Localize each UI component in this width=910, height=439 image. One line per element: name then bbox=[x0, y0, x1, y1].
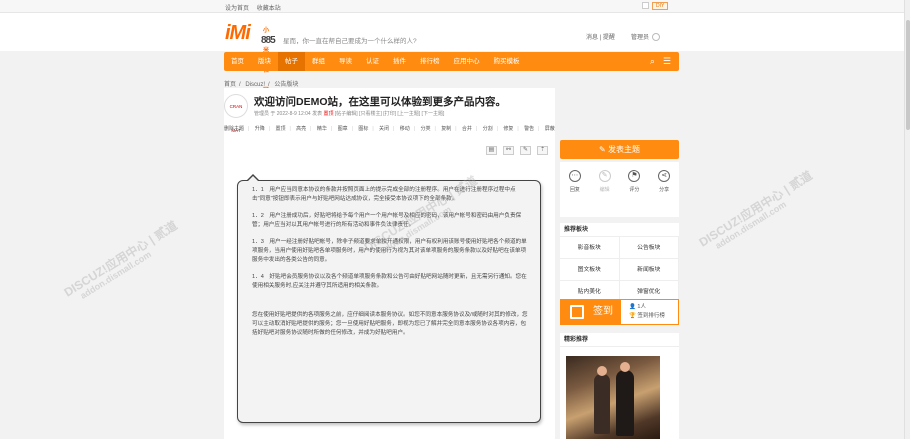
tool-icon[interactable]: 图标 bbox=[358, 126, 368, 132]
signin-rank-link[interactable]: 🏆 签到排行榜 bbox=[629, 312, 665, 321]
tool-close[interactable]: 关闭 bbox=[379, 126, 389, 132]
edit-action: ✎ 编辑 bbox=[598, 170, 611, 193]
nav-item-buy-template[interactable]: 购买模板 bbox=[487, 52, 527, 71]
sidebar: ✎ 发表主题 ⋯ 回复 ✎ 编辑 ⚑ 评分 ⋖ 分享 推荐板块 影音板块 公告板块 图文… bbox=[560, 140, 679, 303]
tool-highlight[interactable]: 高亮 bbox=[296, 126, 306, 132]
nav-item-verify[interactable]: 认证 bbox=[359, 52, 386, 71]
share-action[interactable]: ⋖ 分享 bbox=[653, 170, 675, 217]
comment-icon: ⋯ bbox=[568, 170, 581, 182]
site-logo[interactable]: iMi 小米社区 885 bbox=[225, 23, 276, 94]
post-ops: ▤ ⚯ ✎ ⇡ bbox=[486, 146, 548, 155]
link-icon[interactable]: ⚯ bbox=[503, 146, 514, 155]
tool-digest[interactable]: 精华 bbox=[317, 126, 327, 132]
nav-item-plugins[interactable]: 插件 bbox=[386, 52, 413, 71]
signin-widget: 签到 👤 1人 🏆 签到排行榜 bbox=[560, 299, 679, 325]
post-meta: 管理员 于 2022-8-9 12:04 发表 置顶 [帖子编辑] [只看楼主]… bbox=[254, 111, 445, 117]
nav-item-home[interactable]: 首页 bbox=[224, 52, 251, 71]
bookmark-link[interactable]: 收藏本站 bbox=[257, 6, 281, 12]
top-links: 设为首页 收藏本站 bbox=[225, 3, 287, 12]
signin-info: 👤 1人 🏆 签到排行榜 bbox=[629, 303, 665, 321]
messages-link[interactable]: 消息 | 提醒 bbox=[586, 32, 615, 41]
tool-category[interactable]: 分类 bbox=[420, 126, 430, 132]
post-title: 欢迎访问DEMO站，在这里可以体验到更多产品内容。 bbox=[254, 96, 506, 108]
top-bar: 设为首页 收藏本站 DIY bbox=[0, 0, 910, 13]
tool-block[interactable]: 屏蔽 bbox=[545, 126, 555, 132]
diy-button[interactable]: DIY bbox=[652, 2, 669, 10]
tool-move[interactable]: 移动 bbox=[400, 126, 410, 132]
scrollbar-thumb[interactable] bbox=[906, 20, 910, 130]
share-icon: ⋖ bbox=[658, 170, 671, 182]
tool-repair[interactable]: 修复 bbox=[503, 126, 513, 132]
sticky-tag: 置顶 bbox=[323, 111, 334, 117]
author-avatar[interactable]: CRAN MAT bbox=[224, 94, 248, 133]
nav-item-groups[interactable]: 群组 bbox=[305, 52, 332, 71]
watermark-text: DISCUZ!应用中心 | 贰道 bbox=[696, 168, 815, 250]
featured-image[interactable] bbox=[566, 356, 660, 439]
edit-icon: ✎ bbox=[598, 170, 611, 182]
fav-icon[interactable]: ✎ bbox=[520, 146, 531, 155]
nav-icons: ⌕ ☰ bbox=[650, 57, 671, 66]
nav-item-forums[interactable]: 版块 bbox=[251, 52, 278, 71]
signin-button[interactable]: 签到 bbox=[561, 300, 621, 324]
new-post-button[interactable]: ✎ 发表主题 bbox=[560, 140, 679, 159]
admin-link[interactable]: 管理员 bbox=[631, 32, 660, 42]
tool-copy[interactable]: 复制 bbox=[441, 126, 451, 132]
content-paragraph: 您在使用好贴吧提供的各项服务之前，应仔细阅读本服务协议。如您不同意本服务协议及/… bbox=[252, 312, 528, 336]
signin-count: 👤 1人 bbox=[629, 304, 646, 310]
calendar-icon bbox=[570, 305, 584, 319]
menu-icon[interactable]: ☰ bbox=[663, 57, 671, 66]
moderation-toolbar: 删除主题 | 升降 | 置顶 | 高亮 | 精华 | 图章 | 图标 | 关闭 | 移动 | 分类… bbox=[224, 126, 555, 132]
board-item[interactable]: 公告板块 bbox=[619, 237, 679, 259]
main-nav: 首页 版块 帖子 群组 导读 认证 插件 排行榜 应用中心 购买模板 ⌕ ☰ bbox=[224, 52, 679, 71]
user-links: 消息 | 提醒 管理员 bbox=[586, 32, 660, 42]
header: iMi 小米社区 885 星而，你一直在帮自己要成为一个什么样的人? 消息 | … bbox=[0, 13, 910, 94]
flag-icon: ⚑ bbox=[628, 170, 641, 182]
tool-bump[interactable]: 升降 bbox=[255, 126, 265, 132]
featured-title: 精彩推荐 bbox=[560, 333, 679, 347]
watermark-text: DISCUZ!应用中心 | 贰道 bbox=[61, 218, 180, 300]
site-slogan: 星而，你一直在帮自己要成为一个什么样的人? bbox=[283, 38, 417, 45]
tool-delete[interactable]: 删除主题 bbox=[224, 126, 244, 132]
featured-block: 精彩推荐 bbox=[560, 333, 679, 439]
nav-item-ranking[interactable]: 排行榜 bbox=[413, 52, 447, 71]
breadcrumb: 首页 / Discuz! / 公告版块 bbox=[224, 82, 299, 88]
rate-action[interactable]: ⚑ 评分 bbox=[623, 170, 645, 217]
post-content: 1．1 用户应当同意本协议的条款并按照页面上的提示完成全部的注册程序。用户在进行… bbox=[237, 174, 541, 423]
doc-icon[interactable]: ▤ bbox=[486, 146, 497, 155]
search-icon[interactable]: ⌕ bbox=[650, 57, 655, 66]
tool-split[interactable]: 分割 bbox=[483, 126, 493, 132]
tool-sticky[interactable]: 置顶 bbox=[275, 126, 285, 132]
tool-merge[interactable]: 合并 bbox=[462, 126, 472, 132]
top-right: DIY bbox=[642, 2, 669, 10]
mobile-icon[interactable] bbox=[642, 2, 649, 9]
nav-item-posts[interactable]: 帖子 bbox=[278, 52, 305, 71]
recommend-boards: 推荐板块 影音板块 公告板块 图文板块 新闻板块 贴内美化 弹窗优化 bbox=[560, 223, 679, 303]
set-home-link[interactable]: 设为首页 bbox=[225, 6, 249, 12]
up-icon[interactable]: ⇡ bbox=[537, 146, 548, 155]
board-item[interactable]: 图文板块 bbox=[560, 259, 620, 281]
post-main: CRAN MAT 欢迎访问DEMO站，在这里可以体验到更多产品内容。 管理员 于… bbox=[224, 88, 555, 439]
page-scrollbar[interactable] bbox=[904, 0, 910, 439]
tool-warn[interactable]: 警告 bbox=[524, 126, 534, 132]
boards-grid: 影音板块 公告板块 图文板块 新闻板块 贴内美化 弹窗优化 bbox=[560, 237, 679, 303]
board-item[interactable]: 新闻板块 bbox=[619, 259, 679, 281]
reply-action[interactable]: ⋯ 回复 bbox=[564, 170, 586, 217]
user-avatar-icon[interactable] bbox=[651, 33, 660, 42]
content-paragraph: 1．1 用户应当同意本协议的条款并按照页面上的提示完成全部的注册程序。用户在进行… bbox=[252, 187, 516, 202]
post-meta-links[interactable]: [帖子编辑] [只看楼主] [打印] [上一主题] [下一主题] bbox=[335, 111, 444, 117]
nav-item-guide[interactable]: 导读 bbox=[332, 52, 359, 71]
content-paragraph: 1．4 好贴吧会员服务协议以及各个频道单项服务条款和公告可由好贴吧网站随时更新，… bbox=[252, 274, 527, 289]
post-actions: ⋯ 回复 ✎ 编辑 ⚑ 评分 ⋖ 分享 bbox=[560, 162, 679, 217]
nav-item-app-center[interactable]: 应用中心 bbox=[447, 52, 487, 71]
recommend-boards-title: 推荐板块 bbox=[560, 223, 679, 237]
board-item[interactable]: 影音板块 bbox=[560, 237, 620, 259]
tool-stamp[interactable]: 图章 bbox=[338, 126, 348, 132]
